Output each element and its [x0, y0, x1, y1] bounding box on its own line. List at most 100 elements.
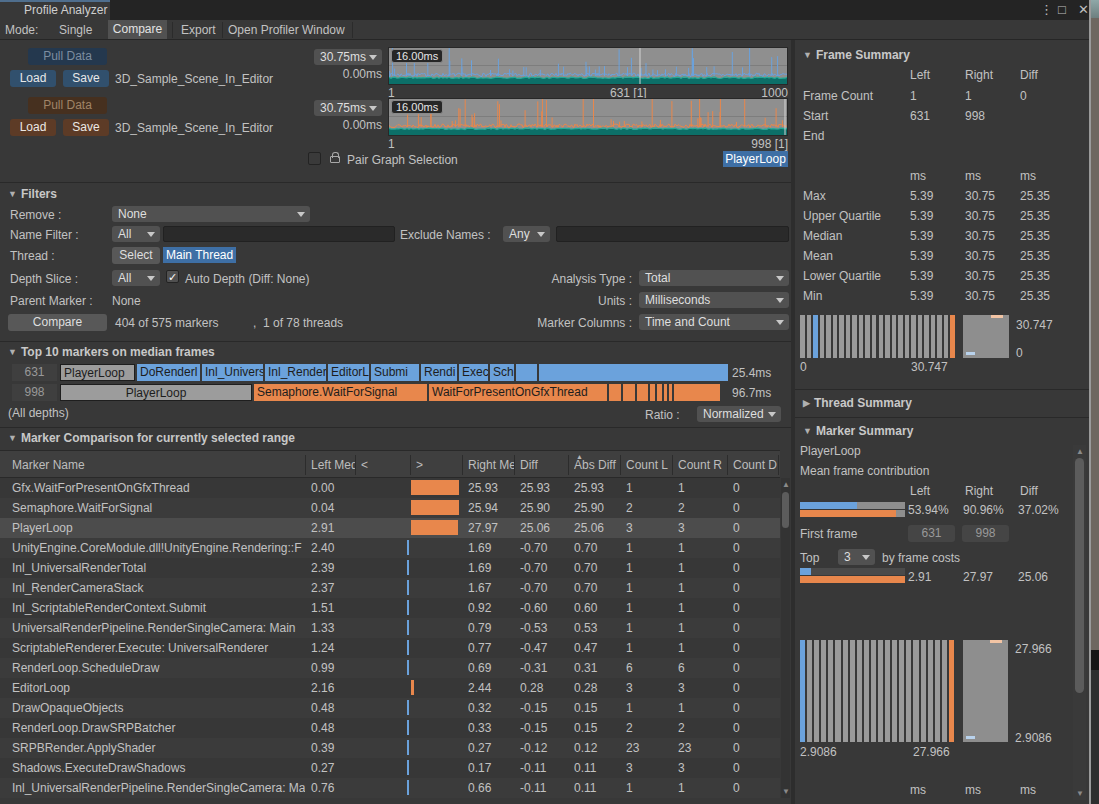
table-row[interactable]: ScriptableRenderer.Execute: UniversalRen…	[0, 638, 780, 658]
top10-segment[interactable]: PlayerLoop	[60, 364, 135, 381]
depth-slice-dropdown[interactable]: All	[112, 270, 160, 286]
marker-summary-scrollbar-thumb[interactable]	[1075, 458, 1084, 693]
compare-button[interactable]: Compare	[8, 314, 107, 331]
open-profiler-window-button[interactable]: Open Profiler Window	[228, 23, 345, 37]
table-row[interactable]: SRPBRender.ApplyShader0.390.27-0.120.122…	[0, 738, 780, 758]
top10-segment[interactable]: Submi	[371, 364, 419, 381]
marker-summary-scrollbar[interactable]: ▲▼	[1073, 445, 1086, 800]
table-row[interactable]: Inl_RenderCameraStack2.371.67-0.700.7011…	[0, 578, 780, 598]
left-graph-range-dropdown[interactable]: 30.75ms	[314, 49, 382, 65]
frame-summary-left: 631	[910, 109, 930, 123]
top10-segment[interactable]: Semaphore.WaitForSignal	[254, 384, 427, 401]
table-row[interactable]: RenderLoop.DrawSRPBatcher0.480.33-0.150.…	[0, 718, 780, 738]
column-header-abs-diff[interactable]: Abs Diff	[574, 458, 620, 472]
column-header--[interactable]: >	[416, 458, 462, 472]
table-scrollbar-thumb[interactable]	[782, 492, 789, 528]
top10-segment[interactable]	[623, 384, 635, 401]
column-header-count-d[interactable]: Count D	[733, 458, 778, 472]
top10-segment[interactable]: Inl_Render	[265, 364, 326, 381]
top10-segment[interactable]	[650, 384, 655, 401]
tab-profile-analyzer[interactable]: Profile Analyzer	[0, 0, 110, 20]
thread-select-button[interactable]: Select	[112, 247, 160, 264]
exclude-mode-dropdown[interactable]: Any	[503, 226, 550, 242]
column-header-diff[interactable]: Diff	[520, 458, 568, 472]
top10-segment[interactable]: Exec	[459, 364, 488, 381]
stat-left: 5.39	[910, 189, 933, 203]
remove-dropdown[interactable]: None	[112, 206, 310, 222]
mode-single-button[interactable]: Single	[59, 23, 92, 37]
top10-segment[interactable]	[674, 384, 720, 401]
table-row[interactable]: Semaphore.WaitForSignal0.0425.9425.9025.…	[0, 498, 780, 518]
frame-summary-title[interactable]: ▼Frame Summary	[803, 48, 910, 62]
top10-segment[interactable]: WaitForPresentOnGfxThread	[429, 384, 607, 401]
top-n-dropdown[interactable]: 3	[838, 549, 875, 565]
top10-segment[interactable]	[664, 384, 667, 401]
top10-segment[interactable]	[669, 384, 672, 401]
ratio-dropdown[interactable]: Normalized	[697, 406, 781, 422]
save-button-left[interactable]: Save	[63, 70, 109, 87]
table-row[interactable]: UnityEngine.CoreModule.dll!UnityEngine.R…	[0, 538, 780, 558]
first-frame-right-button[interactable]: 998	[962, 525, 1009, 542]
top10-segment[interactable]: Rendi	[421, 364, 457, 381]
table-row[interactable]: RenderLoop.ScheduleDraw0.990.69-0.310.31…	[0, 658, 780, 678]
analysis-type-dropdown[interactable]: Total	[639, 270, 789, 286]
table-row[interactable]: EditorLoop2.162.440.280.28330	[0, 678, 780, 698]
units-dropdown[interactable]: Milliseconds	[639, 292, 789, 308]
column-header--[interactable]: <	[361, 458, 410, 472]
exclude-names-input[interactable]	[556, 226, 789, 242]
thread-value[interactable]: Main Thread	[163, 247, 236, 263]
pull-data-button-left[interactable]: Pull Data	[28, 48, 107, 65]
table-row[interactable]: Inl_UniversalRenderPipeline.RenderSingle…	[0, 778, 780, 798]
top10-segment[interactable]	[539, 364, 728, 381]
load-button-right[interactable]: Load	[10, 119, 56, 136]
top10-segment[interactable]: EditorLoo	[328, 364, 369, 381]
column-header-count-r[interactable]: Count R	[678, 458, 727, 472]
name-filter-mode-dropdown[interactable]: All	[112, 226, 160, 242]
mode-compare-button[interactable]: Compare	[108, 20, 167, 39]
panel-divider[interactable]	[791, 40, 795, 804]
name-filter-input[interactable]	[163, 226, 395, 242]
export-button[interactable]: Export	[181, 23, 216, 37]
column-header-count-l[interactable]: Count L	[626, 458, 672, 472]
right-graph-range-dropdown[interactable]: 30.75ms	[314, 100, 382, 116]
top10-title[interactable]: ▼Top 10 markers on median frames	[8, 345, 215, 359]
first-frame-left-button[interactable]: 631	[908, 525, 955, 542]
top10-segment[interactable]: PlayerLoop	[60, 384, 252, 401]
table-row[interactable]: PlayerLoop2.9127.9725.0625.06330	[0, 518, 780, 538]
load-button-left[interactable]: Load	[10, 70, 56, 87]
table-row[interactable]: Gfx.WaitForPresentOnGfxThread0.0025.9325…	[0, 478, 780, 498]
table-row[interactable]: Inl_ScriptableRenderContext.Submit1.510.…	[0, 598, 780, 618]
histogram-bar	[911, 315, 916, 358]
graph-selection-marker[interactable]: PlayerLoop	[723, 151, 788, 167]
top10-segment[interactable]	[609, 384, 621, 401]
column-header-right-med[interactable]: Right Med	[468, 458, 514, 472]
top10-segment[interactable]: Inl_Univers	[202, 364, 263, 381]
count-separator: ,	[253, 316, 256, 330]
top10-segment[interactable]	[516, 364, 537, 381]
column-header-marker-name[interactable]: Marker Name	[12, 458, 305, 472]
top10-segment[interactable]	[637, 384, 648, 401]
left-frame-graph[interactable]: 16.00ms	[388, 47, 788, 85]
close-icon[interactable]: ✕	[1078, 2, 1089, 18]
right-frame-graph[interactable]: 16.00ms	[388, 98, 788, 136]
filters-title[interactable]: ▼Filters	[8, 187, 57, 201]
top10-segment[interactable]: DoRenderl	[137, 364, 200, 381]
table-scrollbar[interactable]: ▲ ▼	[781, 478, 790, 798]
window-menu-icon[interactable]: ⋮	[1040, 2, 1053, 18]
marker-columns-dropdown[interactable]: Time and Count	[639, 314, 789, 330]
top10-segment[interactable]	[657, 384, 662, 401]
pull-data-button-right[interactable]: Pull Data	[28, 97, 107, 114]
table-row[interactable]: UniversalRenderPipeline.RenderSingleCame…	[0, 618, 780, 638]
table-row[interactable]: DrawOpaqueObjects0.480.32-0.150.15110	[0, 698, 780, 718]
save-button-right[interactable]: Save	[63, 119, 109, 136]
comparison-title[interactable]: ▼Marker Comparison for currently selecte…	[8, 431, 295, 445]
marker-summary-title[interactable]: ▼Marker Summary	[803, 424, 913, 438]
thread-summary-title[interactable]: ▶Thread Summary	[803, 396, 912, 410]
top10-segment[interactable]: Sch	[490, 364, 514, 381]
auto-depth-checkbox[interactable]: ✓	[166, 270, 179, 283]
maximize-icon[interactable]: □	[1058, 2, 1066, 18]
table-row[interactable]: Inl_UniversalRenderTotal2.391.69-0.700.7…	[0, 558, 780, 578]
table-row[interactable]: Shadows.ExecuteDrawShadows0.270.17-0.110…	[0, 758, 780, 778]
column-header-left-med[interactable]: Left Med	[311, 458, 355, 472]
pair-graph-selection-checkbox[interactable]	[308, 152, 321, 165]
